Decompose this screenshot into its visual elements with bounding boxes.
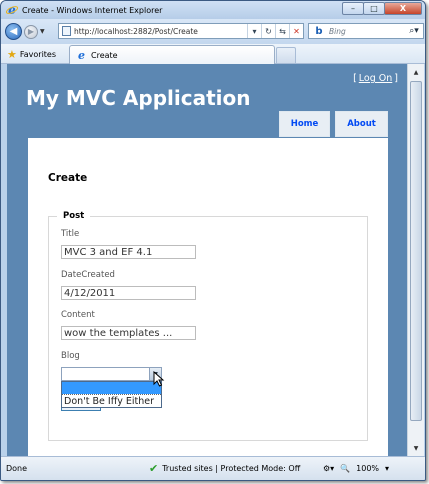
datecreated-label: DateCreated bbox=[61, 270, 115, 280]
logon-bracket-close: ] bbox=[394, 73, 398, 84]
window-title: Create - Windows Internet Explorer bbox=[22, 5, 163, 15]
address-input[interactable]: http://localhost:2882/Post/Create bbox=[74, 27, 247, 36]
favorites-label: Favorites bbox=[19, 49, 57, 59]
bing-icon: b bbox=[315, 25, 323, 37]
page-viewport: [Log On] My MVC Application Home About C… bbox=[7, 64, 407, 456]
security-zone[interactable]: ✔ Trusted sites | Protected Mode: Off bbox=[149, 462, 300, 475]
logon-display: [Log On] bbox=[353, 73, 398, 84]
favorites-bar: ★ Favorites e Create bbox=[1, 44, 425, 64]
blog-dropdown-list: Don't Be Iffy Either bbox=[61, 381, 162, 408]
status-text: Done bbox=[6, 464, 28, 473]
log-on-link[interactable]: Log On bbox=[359, 73, 393, 84]
back-button[interactable]: ◀ bbox=[5, 23, 22, 40]
scroll-thumb[interactable] bbox=[410, 81, 422, 421]
zoom-dropdown-icon[interactable]: ▾ bbox=[385, 464, 389, 473]
zoom-icon[interactable]: 🔍 bbox=[340, 464, 350, 473]
menu-about[interactable]: About bbox=[335, 111, 388, 137]
content-label: Content bbox=[61, 310, 95, 320]
zoom-level[interactable]: 100% bbox=[356, 464, 379, 473]
search-icon[interactable]: ⌕▾ bbox=[405, 26, 423, 36]
tab-label: Create bbox=[91, 50, 118, 60]
svg-text:e: e bbox=[8, 4, 16, 16]
caption-buttons: – □ X bbox=[342, 2, 422, 15]
status-tools: ⚙▾ 🔍 100% ▾ bbox=[323, 464, 389, 473]
vertical-scrollbar[interactable]: ▲ ▼ bbox=[407, 64, 424, 456]
stop-icon[interactable]: ✕ bbox=[289, 24, 303, 38]
blog-label: Blog bbox=[61, 351, 80, 361]
close-button[interactable]: X bbox=[384, 2, 422, 15]
browser-window: e Create - Windows Internet Explorer – □… bbox=[0, 0, 426, 481]
title-bar: e Create - Windows Internet Explorer – □… bbox=[1, 1, 425, 19]
tab-ie-icon: e bbox=[78, 50, 85, 61]
scroll-down-icon[interactable]: ▼ bbox=[408, 440, 424, 456]
checkmark-icon: ✔ bbox=[149, 462, 159, 475]
datecreated-input[interactable]: 4/12/2011 bbox=[61, 286, 196, 300]
address-toolbar: ◀ ▶ ▼ http://localhost:2882/Post/Create … bbox=[1, 19, 425, 44]
title-input[interactable]: MVC 3 and EF 4.1 bbox=[61, 245, 196, 259]
app-title: My MVC Application bbox=[26, 86, 251, 110]
maximize-button[interactable]: □ bbox=[363, 2, 385, 15]
blog-select[interactable]: ▼ bbox=[61, 367, 162, 381]
favorites-star-icon: ★ bbox=[7, 47, 17, 61]
scroll-up-icon[interactable]: ▲ bbox=[408, 64, 424, 80]
main-menu: Home About bbox=[274, 111, 388, 137]
forward-button[interactable]: ▶ bbox=[24, 24, 38, 39]
title-label: Title bbox=[61, 229, 80, 239]
menu-home[interactable]: Home bbox=[279, 111, 330, 137]
new-tab-button[interactable] bbox=[276, 47, 296, 63]
address-dropdown-button[interactable]: ▾ bbox=[247, 24, 261, 38]
page-icon bbox=[62, 26, 71, 36]
ie-logo-icon: e bbox=[6, 4, 18, 16]
history-dropdown-icon[interactable]: ▼ bbox=[40, 28, 45, 35]
minimize-button[interactable]: – bbox=[342, 2, 364, 15]
search-box[interactable]: b Bing ⌕▾ bbox=[308, 23, 424, 39]
security-zone-label: Trusted sites | Protected Mode: Off bbox=[162, 464, 301, 473]
compatibility-view-icon[interactable]: ↻ bbox=[261, 24, 275, 38]
forward-arrow-icon: ▶ bbox=[27, 27, 35, 36]
favorites-button[interactable]: ★ Favorites bbox=[7, 46, 56, 62]
dropdown-option-empty[interactable] bbox=[62, 382, 161, 394]
back-arrow-icon: ◀ bbox=[9, 26, 18, 37]
logon-bracket-open: [ bbox=[353, 73, 357, 84]
page-heading: Create bbox=[48, 172, 88, 184]
dropdown-option-blog[interactable]: Don't Be Iffy Either bbox=[62, 394, 161, 407]
refresh-icon[interactable]: ⇆ bbox=[275, 24, 289, 38]
fieldset-legend: Post bbox=[63, 211, 85, 221]
nav-buttons: ◀ ▶ ▼ bbox=[5, 22, 51, 41]
content-input[interactable]: wow the templates ... bbox=[61, 326, 196, 340]
tab-create[interactable]: e Create bbox=[69, 45, 275, 64]
protected-mode-icon[interactable]: ⚙▾ bbox=[323, 464, 334, 473]
address-bar[interactable]: http://localhost:2882/Post/Create ▾ ↻ ⇆ … bbox=[58, 23, 304, 39]
svg-text:e: e bbox=[78, 50, 85, 61]
status-bar: Done ✔ Trusted sites | Protected Mode: O… bbox=[1, 456, 425, 480]
search-input[interactable]: Bing bbox=[329, 27, 405, 36]
mouse-cursor-icon bbox=[153, 371, 165, 387]
